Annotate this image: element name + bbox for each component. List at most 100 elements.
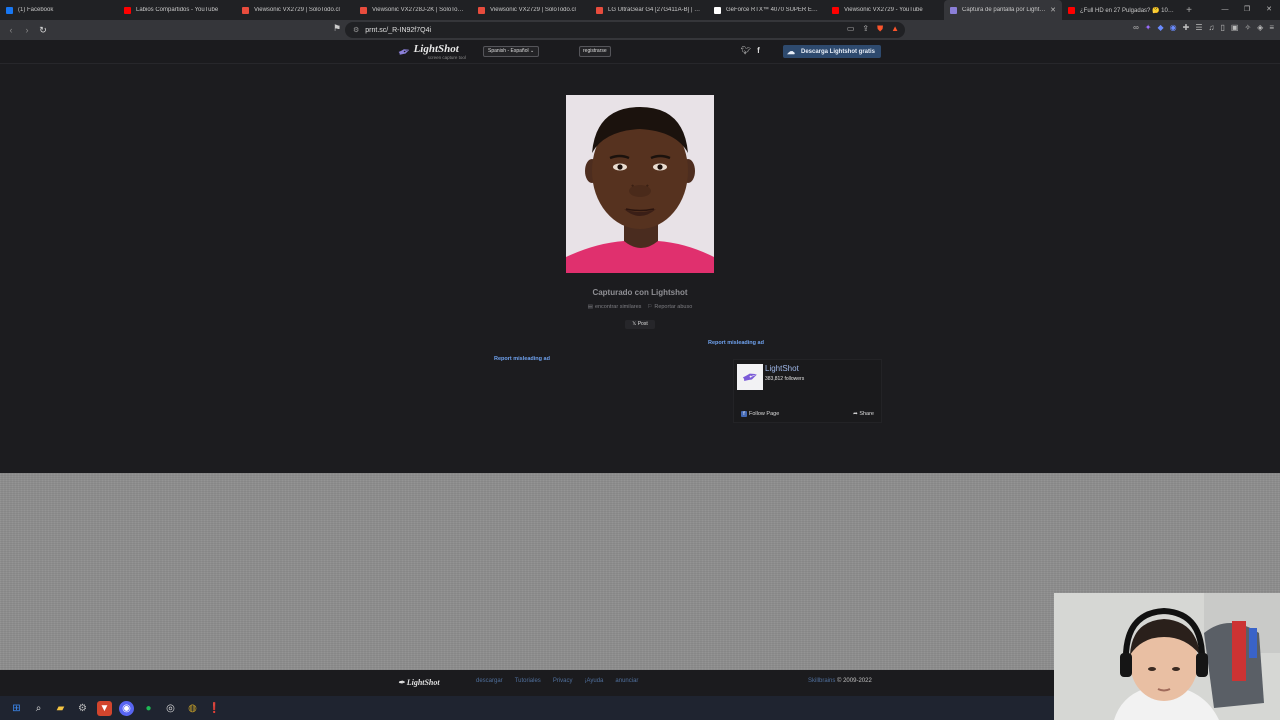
share-button[interactable]: ➦ Share	[853, 411, 874, 417]
tab-title: LG UltraGear G4 [27G411A-B] | SoloTodo.c…	[608, 7, 702, 13]
extension-icon[interactable]: ✦	[1145, 23, 1152, 32]
site-info-icon[interactable]: ⚙	[353, 26, 359, 34]
tab-title: Captura de pantalla por Lightshot	[962, 7, 1048, 13]
wallet-icon[interactable]: ▣	[1231, 23, 1239, 32]
app-icon-2[interactable]: ◍	[185, 701, 200, 716]
language-select[interactable]: Spanish - Español ⌄	[483, 46, 540, 57]
tab-title: Viewsonic VX2729 - YouTube	[844, 7, 923, 13]
restore-icon[interactable]: ❐	[1236, 0, 1258, 20]
screen: (1) Facebook Labios Compartidos - YouTube…	[0, 0, 1280, 720]
address-bar-icons: ▭ ⇪ ⛊ ▲	[847, 24, 899, 34]
browser-tab[interactable]: Labios Compartidos - YouTube	[118, 0, 236, 20]
app-icon[interactable]: ◎	[163, 701, 178, 716]
search-icon[interactable]: ⌕	[31, 701, 46, 716]
bookmark-icon[interactable]: ⚑	[333, 23, 341, 34]
brave-browser-icon[interactable]: ▼	[97, 700, 112, 716]
capture-caption: Capturado con Lightshot	[592, 288, 688, 297]
report-abuse-link[interactable]: ⚐ Reportar abuso	[647, 304, 692, 310]
screenshot-image[interactable]	[566, 95, 714, 273]
tab-favicon-icon	[360, 6, 367, 14]
browser-tab[interactable]: Viewsonic VX2729 | SoloTodo.cl	[236, 0, 354, 20]
browser-tab[interactable]: GeForce RTX™ 4070 SUPER EX Gamer	[708, 0, 826, 20]
start-icon[interactable]: ⊞	[9, 701, 24, 716]
spotify-icon[interactable]: ●	[141, 701, 156, 716]
copyright-text: © 2009-2022	[835, 678, 872, 684]
site-header: ✒ LightShot screen capture tool Spanish …	[0, 40, 1280, 64]
browser-tab[interactable]: ¿Full HD en 27 Pulgadas? 🤔 1080p	[1062, 0, 1180, 20]
register-button[interactable]: registrarse	[579, 46, 611, 57]
close-tab-icon[interactable]: ✕	[1050, 6, 1056, 14]
tab-title: GeForce RTX™ 4070 SUPER EX Gamer	[726, 7, 820, 13]
tab-list: (1) Facebook Labios Compartidos - YouTube…	[0, 0, 1180, 20]
twitter-icon[interactable]: 🐦︎	[741, 46, 751, 55]
download-cloud-icon: ☁	[787, 47, 795, 56]
url-text[interactable]: prnt.sc/_R-IN92f7Q4i	[365, 27, 431, 34]
minimize-icon[interactable]: —	[1214, 0, 1236, 20]
facebook-page-widget: ✒ LightShot 383,812 followers f Follow Pa…	[733, 359, 882, 423]
sidebar-icon[interactable]: ▯	[1221, 23, 1225, 32]
x-logo-icon: 𝕏	[632, 321, 637, 327]
tab-favicon-icon	[6, 6, 13, 14]
extension-icon-3[interactable]: ◉	[1170, 23, 1177, 32]
chevron-down-icon: ⌄	[529, 48, 535, 54]
address-bar[interactable]: ⚑ ⚙ prnt.sc/_R-IN92f7Q4i ▭ ⇪ ⛊ ▲	[333, 22, 905, 38]
footer-link-advertise[interactable]: anunciar	[615, 678, 638, 684]
page-avatar[interactable]: ✒	[737, 364, 763, 391]
media-icon[interactable]: ♫	[1209, 23, 1215, 32]
footer-link-privacy[interactable]: Privacy	[553, 678, 573, 684]
leo-icon[interactable]: ✧	[1244, 23, 1251, 32]
browser-tab[interactable]: Viewsonic VX2729 - YouTube	[826, 0, 944, 20]
x-post-button[interactable]: 𝕏 Post	[625, 320, 655, 329]
download-button[interactable]: ☁ Descarga Lightshot gratis	[783, 45, 881, 58]
image-actions: ▤ encontrar similares ⚐ Reportar abuso	[540, 304, 740, 310]
footer-link-help[interactable]: ¡Ayuda	[584, 678, 603, 684]
reading-list-icon[interactable]: ☰	[1195, 23, 1202, 32]
vpn-shield-icon[interactable]: ◈	[1257, 23, 1263, 32]
tab-favicon-icon	[478, 6, 485, 14]
footer-link-download[interactable]: descargar	[476, 678, 503, 684]
browser-tab[interactable]: Viewsonic VX2729 | SoloTodo.cl	[472, 0, 590, 20]
footer-copyright: Skillbrains © 2009-2022	[808, 678, 872, 684]
facebook-icon[interactable]: f	[757, 46, 760, 55]
tab-title: ¿Full HD en 27 Pulgadas? 🤔 1080p	[1080, 7, 1174, 14]
file-explorer-icon[interactable]: ▰	[53, 701, 68, 716]
lightshot-logo[interactable]: ✒ LightShot screen capture tool	[395, 42, 466, 63]
language-label: Spanish - Español	[488, 48, 529, 54]
forward-icon[interactable]: ›	[19, 25, 35, 35]
page-name[interactable]: LightShot	[765, 364, 799, 373]
webcam-overlay	[1054, 593, 1280, 720]
find-similar-link[interactable]: ▤ encontrar similares	[588, 304, 642, 310]
share-icon[interactable]: ⇪	[862, 24, 869, 34]
report-ad-link-right[interactable]: Report misleading ad	[708, 340, 764, 346]
feather-icon: ✒	[395, 42, 414, 63]
footer-link-tutorials[interactable]: Tutoriales	[515, 678, 541, 684]
extensions-puzzle-icon[interactable]: ✚	[1183, 23, 1190, 32]
vpn-icon[interactable]: ∞	[1133, 23, 1139, 32]
extension-icon-2[interactable]: ◆	[1157, 23, 1163, 32]
close-window-icon[interactable]: ✕	[1258, 0, 1280, 20]
report-ad-link-left[interactable]: Report misleading ad	[494, 356, 550, 362]
cast-icon[interactable]: ▭	[847, 24, 855, 34]
browser-tab[interactable]: Captura de pantalla por Lightshot ✕	[944, 0, 1062, 20]
new-tab-button[interactable]: +	[1180, 5, 1198, 16]
feather-icon: ✒	[398, 678, 405, 687]
browser-tab[interactable]: (1) Facebook	[0, 0, 118, 20]
brave-rewards-icon[interactable]: ▲	[891, 24, 899, 34]
app-icon-3[interactable]: ❗	[207, 701, 222, 716]
browser-tab[interactable]: Viewsonic VX2728J-2K | SoloTodo.cl	[354, 0, 472, 20]
reload-icon[interactable]: ↻	[35, 25, 51, 36]
facebook-icon: f	[741, 411, 747, 417]
footer-links: descargar Tutoriales Privacy ¡Ayuda anun…	[476, 678, 638, 684]
footer-logo[interactable]: ✒ LightShot	[398, 678, 440, 687]
find-similar-label: encontrar similares	[594, 304, 642, 310]
brave-shields-icon[interactable]: ⛊	[877, 24, 883, 34]
discord-icon[interactable]: ◉	[119, 700, 134, 716]
browser-tab[interactable]: LG UltraGear G4 [27G411A-B] | SoloTodo.c…	[590, 0, 708, 20]
company-link[interactable]: Skillbrains	[808, 678, 835, 684]
report-abuse-label: Reportar abuso	[654, 304, 693, 310]
follow-page-button[interactable]: f Follow Page	[741, 411, 779, 417]
settings-icon[interactable]: ⚙	[75, 701, 90, 716]
tab-favicon-icon	[124, 6, 131, 14]
back-icon[interactable]: ‹	[3, 25, 19, 35]
menu-icon[interactable]: ≡	[1269, 23, 1274, 32]
